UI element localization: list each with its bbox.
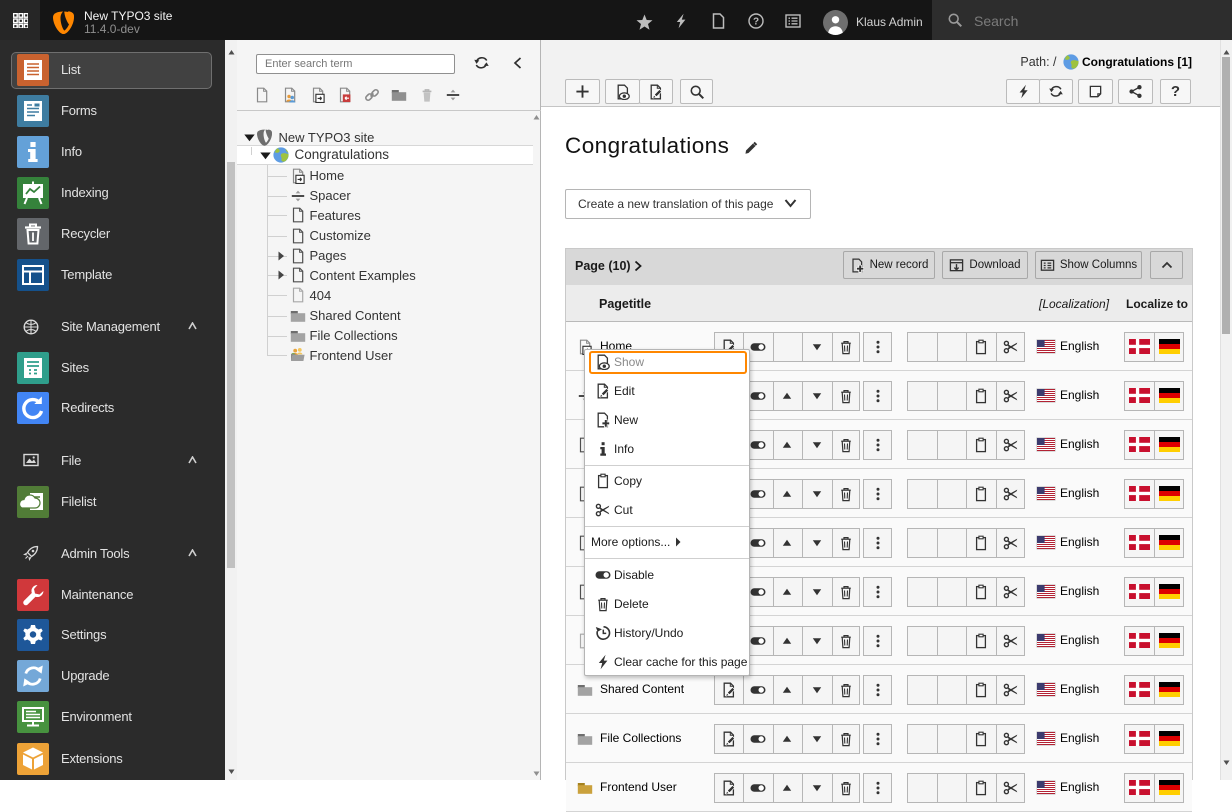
svg-text:?: ? (753, 17, 759, 28)
